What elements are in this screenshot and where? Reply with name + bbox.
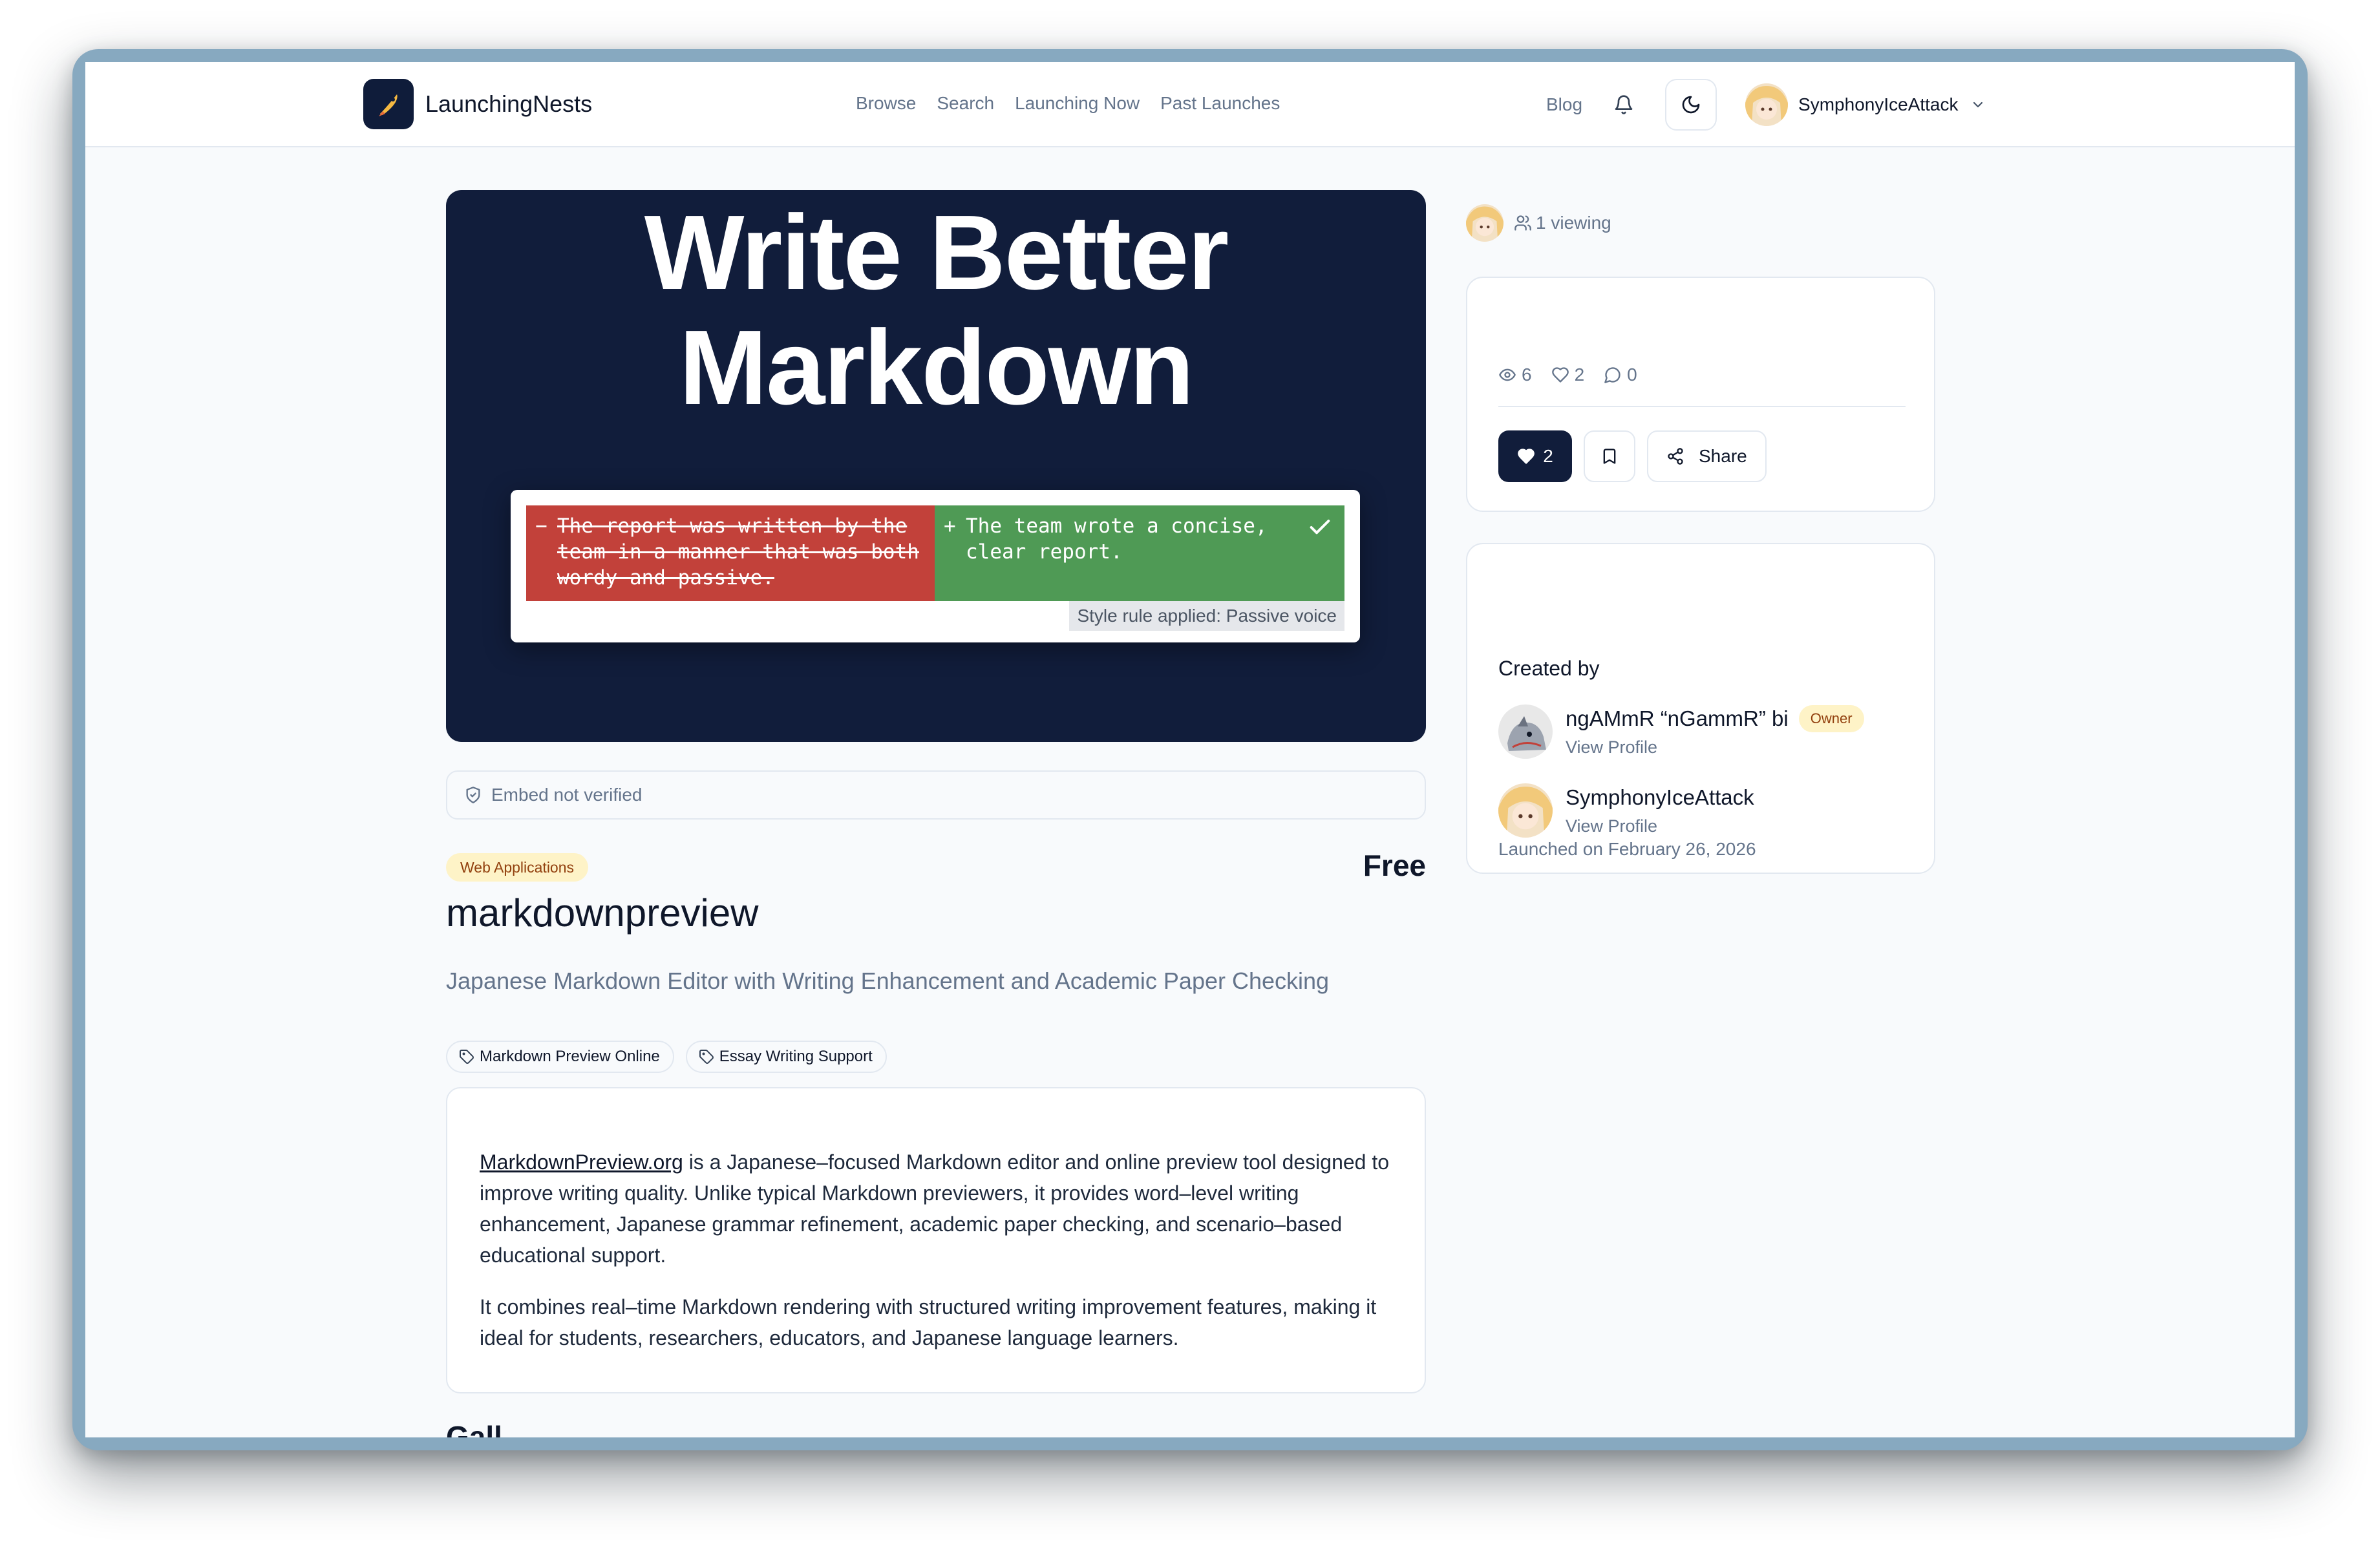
creators-card: Created by ngAMmR “nGammR” bi Owner View…: [1466, 543, 1935, 874]
comment-icon: [1604, 367, 1620, 383]
diff-added-text: The team wrote a concise, clear report.: [966, 514, 1268, 564]
hero-title-line-2: Markdown: [679, 308, 1195, 427]
viewing-count: 1 viewing: [1536, 213, 1611, 233]
diff-card: − The report was written by the team in …: [511, 490, 1360, 642]
gallery-heading: Gall: [446, 1420, 502, 1437]
brand-logo[interactable]: LaunchingNests: [363, 79, 592, 129]
diff-removed-mark: −: [535, 514, 547, 538]
category-badge[interactable]: Web Applications: [446, 853, 589, 882]
heart-filled-icon: [1518, 449, 1535, 464]
embed-status-text: Embed not verified: [491, 785, 643, 805]
comments-stat: 0: [1604, 365, 1637, 385]
moon-icon: [1682, 96, 1700, 114]
avatar[interactable]: [1498, 704, 1553, 759]
product-hero-image: Write Better Markdown − The report was w…: [446, 190, 1426, 742]
shield-check-icon: [466, 787, 480, 803]
nav-launching-now[interactable]: Launching Now: [1015, 90, 1140, 116]
embed-status-bar: Embed not verified: [446, 770, 1426, 820]
bell-icon[interactable]: [1611, 92, 1637, 118]
stats-card: 6 2 0 2 Share: [1466, 277, 1935, 512]
share-button-label: Share: [1699, 446, 1747, 466]
main-nav: Browse Search Launching Now Past Launche…: [856, 90, 1280, 116]
share-icon: [1668, 448, 1683, 465]
creator-item: ngAMmR “nGammR” bi Owner View Profile: [1498, 704, 1864, 761]
tag-icon: [460, 1050, 474, 1064]
tag-list: Markdown Preview Online Essay Writing Su…: [446, 1041, 887, 1073]
tag-label: Markdown Preview Online: [480, 1048, 660, 1065]
brand-name: LaunchingNests: [425, 90, 593, 117]
action-buttons: 2 Share: [1498, 430, 1767, 482]
stats-row: 6 2 0: [1498, 365, 1637, 385]
hero-title: Write Better Markdown: [446, 195, 1426, 425]
views-count: 6: [1522, 365, 1532, 385]
tag-icon: [699, 1050, 714, 1064]
users-icon: [1514, 215, 1531, 231]
eye-icon: [1499, 368, 1516, 381]
diff-removed-text: The report was written by the team in a …: [557, 514, 919, 589]
user-name: SymphonyIceAttack: [1798, 94, 1959, 114]
nav-browse[interactable]: Browse: [856, 90, 916, 116]
product-website-link[interactable]: MarkdownPreview.org: [480, 1150, 683, 1174]
nav-past-launches[interactable]: Past Launches: [1160, 90, 1280, 116]
launch-date: Launched on February 26, 2026: [1498, 839, 1756, 859]
avatar[interactable]: [1498, 783, 1553, 838]
header-actions: Blog SymphonyIceAttack: [1546, 79, 1986, 131]
view-profile-link[interactable]: View Profile: [1566, 812, 1754, 840]
product-subtitle: Japanese Markdown Editor with Writing En…: [446, 968, 1330, 994]
heart-icon: [1551, 367, 1569, 383]
viewing-indicator: 1 viewing: [1466, 204, 1611, 242]
description-paragraph-1: MarkdownPreview.org is a Japanese–focuse…: [480, 1147, 1394, 1271]
created-by-heading: Created by: [1498, 657, 1600, 680]
style-rule-label: Style rule applied: Passive voice: [1069, 601, 1344, 631]
check-icon: [1310, 520, 1330, 535]
tag-chip[interactable]: Markdown Preview Online: [446, 1041, 674, 1073]
avatar: [1745, 83, 1789, 126]
creator-item: SymphonyIceAttack View Profile: [1498, 783, 1754, 840]
likes-count: 2: [1574, 365, 1585, 385]
top-navigation-bar: LaunchingNests Browse Search Launching N…: [85, 62, 2295, 147]
owner-badge: Owner: [1798, 705, 1864, 732]
diff-added-block: + The team wrote a concise, clear report…: [935, 505, 1344, 601]
description-card: MarkdownPreview.org is a Japanese–focuse…: [446, 1087, 1426, 1393]
diff-added-mark: +: [944, 514, 956, 538]
diff-removed-block: − The report was written by the team in …: [526, 505, 935, 601]
viewer-avatar: [1466, 204, 1503, 242]
price-label: Free: [1363, 849, 1426, 882]
nav-blog[interactable]: Blog: [1546, 94, 1582, 115]
bookmark-button[interactable]: [1584, 430, 1635, 482]
chevron-down-icon: [1973, 101, 1982, 108]
tag-label: Essay Writing Support: [719, 1048, 873, 1065]
user-menu[interactable]: SymphonyIceAttack: [1745, 83, 1985, 126]
divider: [1498, 406, 1906, 407]
tag-chip[interactable]: Essay Writing Support: [685, 1041, 887, 1073]
view-profile-link[interactable]: View Profile: [1566, 733, 1864, 761]
like-button-count: 2: [1543, 446, 1553, 466]
share-button[interactable]: Share: [1647, 430, 1767, 482]
description-paragraph-2: It combines real–time Markdown rendering…: [480, 1295, 1377, 1350]
window-frame: LaunchingNests Browse Search Launching N…: [72, 49, 2308, 1450]
product-title: markdownpreview: [446, 891, 759, 935]
rocket-logo-icon: [363, 79, 414, 129]
theme-toggle-button[interactable]: [1665, 79, 1717, 131]
creator-name[interactable]: SymphonyIceAttack: [1566, 783, 1754, 812]
hero-title-line-1: Write Better: [644, 193, 1229, 312]
creator-name[interactable]: ngAMmR “nGammR” bi: [1566, 704, 1789, 733]
nav-search[interactable]: Search: [937, 90, 994, 116]
bookmark-icon: [1603, 449, 1616, 464]
likes-stat: 2: [1551, 365, 1585, 385]
browser-window: LaunchingNests Browse Search Launching N…: [85, 62, 2295, 1437]
like-button[interactable]: 2: [1498, 430, 1572, 482]
views-stat: 6: [1498, 365, 1532, 385]
comments-count: 0: [1627, 365, 1637, 385]
